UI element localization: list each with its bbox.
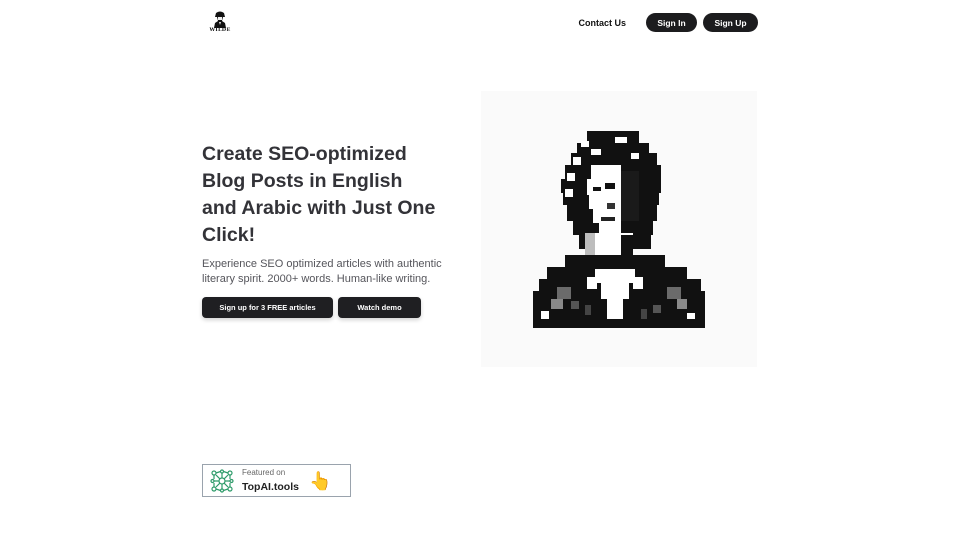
- page: WILDE Contact Us Sign In Sign Up Create …: [0, 0, 960, 540]
- logo-text: WILDE: [209, 27, 231, 33]
- hero-portrait: [481, 91, 757, 367]
- sign-in-button[interactable]: Sign In: [646, 13, 697, 32]
- featured-on-topai-badge[interactable]: Featured on TopAI.tools 👆: [202, 464, 351, 497]
- watch-demo-button[interactable]: Watch demo: [338, 297, 421, 318]
- site-logo[interactable]: WILDE: [208, 11, 232, 35]
- signup-free-articles-button[interactable]: Sign up for 3 FREE articles: [202, 297, 333, 318]
- badge-text: Featured on TopAI.tools: [242, 468, 299, 494]
- pixel-portrait-image: [533, 131, 705, 328]
- pointing-hand-icon: 👆: [308, 470, 332, 491]
- badge-featured-label: Featured on: [242, 467, 286, 477]
- hero-title: Create SEO-optimized Blog Posts in Engli…: [202, 143, 436, 246]
- badge-site-name: TopAI.tools: [242, 480, 299, 493]
- wilde-portrait-logo-icon: [214, 11, 226, 28]
- sign-up-button[interactable]: Sign Up: [703, 13, 758, 32]
- cta-row: Sign up for 3 FREE articles Watch demo: [202, 297, 421, 318]
- network-icon: [210, 468, 234, 493]
- contact-us-link[interactable]: Contact Us: [578, 18, 626, 28]
- hero-subtitle: Experience SEO optimized articles with a…: [202, 258, 442, 285]
- top-nav: Contact Us Sign In Sign Up: [578, 13, 758, 32]
